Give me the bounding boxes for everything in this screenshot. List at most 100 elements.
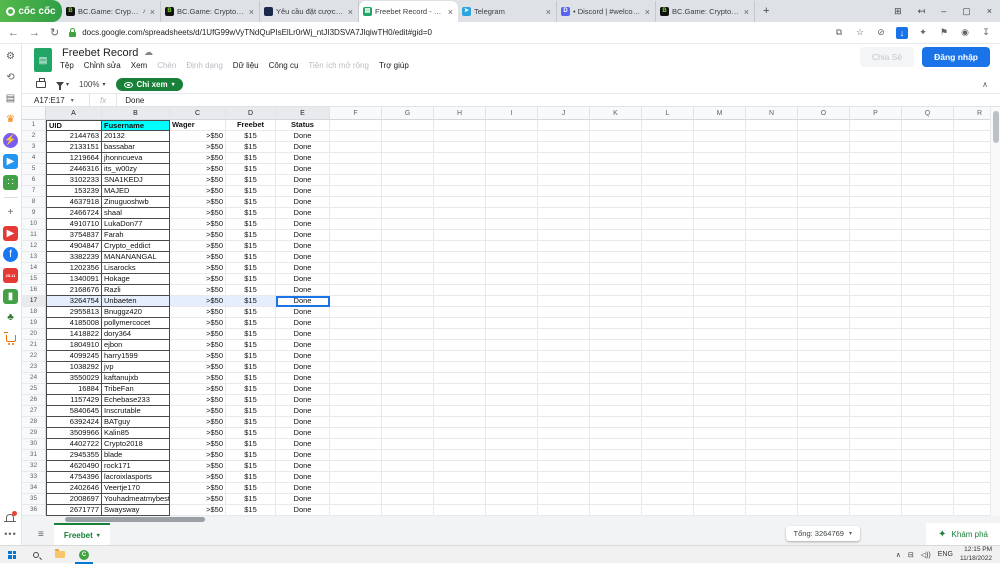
sheet-cell-H30[interactable] (434, 439, 486, 450)
sheet-cell-C12[interactable]: >$50 (170, 241, 226, 252)
sheet-cell-H31[interactable] (434, 450, 486, 461)
row-header-25[interactable]: 25 (22, 384, 46, 395)
row-header-22[interactable]: 22 (22, 351, 46, 362)
sheet-cell-C23[interactable]: >$50 (170, 362, 226, 373)
vertical-scrollbar[interactable] (990, 107, 1000, 516)
sheet-cell-G27[interactable] (382, 406, 434, 417)
sheet-cell-K28[interactable] (590, 417, 642, 428)
sheet-cell-Q3[interactable] (902, 142, 954, 153)
sheet-cell-O8[interactable] (798, 197, 850, 208)
sheet-cell-P27[interactable] (850, 406, 902, 417)
sheet-cell-B9[interactable]: shaal (102, 208, 170, 219)
sheet-cell-C28[interactable]: >$50 (170, 417, 226, 428)
sheet-cell-L6[interactable] (642, 175, 694, 186)
sheet-cell-E28[interactable]: Done (276, 417, 330, 428)
browser-tab-bet-request[interactable]: Yêu cầu đặt cược miễn p× (260, 1, 359, 22)
sheet-cell-E8[interactable]: Done (276, 197, 330, 208)
sheet-cell-A13[interactable]: 3382239 (46, 252, 102, 263)
row-header-18[interactable]: 18 (22, 307, 46, 318)
sheet-cell-F25[interactable] (330, 384, 382, 395)
sheet-cell-H5[interactable] (434, 164, 486, 175)
row-header-1[interactable]: 1 (22, 120, 46, 131)
sheet-cell-N35[interactable] (746, 494, 798, 505)
horizontal-scrollbar-thumb[interactable] (65, 517, 205, 522)
sheet-cell-G23[interactable] (382, 362, 434, 373)
sheet-cell-E34[interactable]: Done (276, 483, 330, 494)
sheet-cell-K2[interactable] (590, 131, 642, 142)
sheet-cell-P30[interactable] (850, 439, 902, 450)
sheet-cell-F2[interactable] (330, 131, 382, 142)
sheet-cell-Q31[interactable] (902, 450, 954, 461)
sheet-cell-G22[interactable] (382, 351, 434, 362)
sheet-cell-O21[interactable] (798, 340, 850, 351)
sheet-cell-M24[interactable] (694, 373, 746, 384)
sheet-cell-P3[interactable] (850, 142, 902, 153)
sheet-cell-B18[interactable]: Bnuggz420 (102, 307, 170, 318)
sheet-cell-A17[interactable]: 3264754 (46, 296, 102, 307)
sheet-cell-Q5[interactable] (902, 164, 954, 175)
sheet-cell-B7[interactable]: MAJED (102, 186, 170, 197)
sheet-cell-C24[interactable]: >$50 (170, 373, 226, 384)
sheet-cell-E25[interactable]: Done (276, 384, 330, 395)
sheet-cell-Q33[interactable] (902, 472, 954, 483)
name-box[interactable]: A17:E17▾ (22, 94, 90, 106)
sheet-cell-I23[interactable] (486, 362, 538, 373)
sheet-cell-Q2[interactable] (902, 131, 954, 142)
sheet-cell-G24[interactable] (382, 373, 434, 384)
sheet-cell-Q20[interactable] (902, 329, 954, 340)
sheet-cell-I10[interactable] (486, 219, 538, 230)
sheet-cell-C30[interactable]: >$50 (170, 439, 226, 450)
browser-tab-discord[interactable]: D• Discord | #welcome× (557, 1, 656, 22)
sheet-cell-F17[interactable] (330, 296, 382, 307)
sheet-cell-M17[interactable] (694, 296, 746, 307)
sheet-cell-A24[interactable]: 3550029 (46, 373, 102, 384)
document-title[interactable]: Freebet Record (62, 47, 138, 59)
sheet-cell-N3[interactable] (746, 142, 798, 153)
browser-tab-telegram[interactable]: ➤Telegram× (458, 1, 557, 22)
sheet-cell-P1[interactable] (850, 120, 902, 131)
sheet-cell-C8[interactable]: >$50 (170, 197, 226, 208)
row-header-16[interactable]: 16 (22, 285, 46, 296)
sheet-cell-B15[interactable]: Hokage (102, 274, 170, 285)
adblock-icon[interactable]: ⊘ (875, 27, 887, 39)
sheet-cell-K31[interactable] (590, 450, 642, 461)
sum-pill[interactable]: Tổng: 3264769▾ (786, 526, 860, 541)
sheet-cell-D28[interactable]: $15 (226, 417, 276, 428)
column-header-K[interactable]: K (590, 107, 642, 120)
sheet-cell-D31[interactable]: $15 (226, 450, 276, 461)
row-header-35[interactable]: 35 (22, 494, 46, 505)
sheet-cell-H25[interactable] (434, 384, 486, 395)
sheet-cell-J17[interactable] (538, 296, 590, 307)
sheet-cell-C27[interactable]: >$50 (170, 406, 226, 417)
sheet-cell-I25[interactable] (486, 384, 538, 395)
sheet-cell-I1[interactable] (486, 120, 538, 131)
file-explorer-button[interactable] (48, 546, 72, 564)
sheet-cell-P4[interactable] (850, 153, 902, 164)
sheet-cell-N31[interactable] (746, 450, 798, 461)
sheet-cell-P7[interactable] (850, 186, 902, 197)
reload-button[interactable]: ↻ (50, 26, 59, 39)
sheet-cell-P23[interactable] (850, 362, 902, 373)
sheet-cell-C2[interactable]: >$50 (170, 131, 226, 142)
row-header-28[interactable]: 28 (22, 417, 46, 428)
sheet-cell-I35[interactable] (486, 494, 538, 505)
sheet-cell-F6[interactable] (330, 175, 382, 186)
sheet-cell-P9[interactable] (850, 208, 902, 219)
sheet-cell-A30[interactable]: 4402722 (46, 439, 102, 450)
sheet-cell-F15[interactable] (330, 274, 382, 285)
sheet-cell-P35[interactable] (850, 494, 902, 505)
sheet-cell-F31[interactable] (330, 450, 382, 461)
sheet-cell-M11[interactable] (694, 230, 746, 241)
sheet-cell-B33[interactable]: lacroixlasports (102, 472, 170, 483)
sheet-cell-P12[interactable] (850, 241, 902, 252)
sheet-cell-E31[interactable]: Done (276, 450, 330, 461)
sheet-cell-Q9[interactable] (902, 208, 954, 219)
sheet-cell-K27[interactable] (590, 406, 642, 417)
sheet-cell-K1[interactable] (590, 120, 642, 131)
sheet-cell-O2[interactable] (798, 131, 850, 142)
sheet-cell-K11[interactable] (590, 230, 642, 241)
sheet-cell-G32[interactable] (382, 461, 434, 472)
column-header-M[interactable]: M (694, 107, 746, 120)
sheet-cell-B6[interactable]: SNA1KEDJ (102, 175, 170, 186)
sheet-cell-N6[interactable] (746, 175, 798, 186)
